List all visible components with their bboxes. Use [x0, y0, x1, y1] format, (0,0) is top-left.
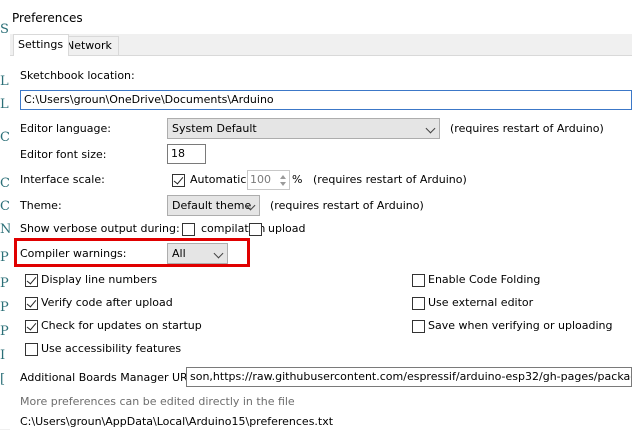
editor-font-size-label: Editor font size:	[20, 148, 107, 161]
background-char: P	[0, 324, 9, 339]
checkmark-icon	[26, 320, 37, 331]
theme-label: Theme:	[20, 199, 62, 212]
sketchbook-location-input[interactable]: C:\Users\groun\OneDrive\Documents\Arduin…	[20, 90, 632, 110]
theme-note: (requires restart of Arduino)	[270, 199, 424, 212]
spinner-down-icon[interactable]	[280, 182, 286, 186]
editor-language-value: System Default	[172, 122, 257, 135]
background-char: C	[0, 176, 10, 191]
settings-panel: Sketchbook location: C:\Users\groun\OneD…	[10, 55, 632, 430]
verify-after-upload-label: Verify code after upload	[41, 296, 173, 309]
background-editor-edge: S L L C C C N P P P P I [	[0, 0, 10, 429]
sketchbook-location-label: Sketchbook location:	[20, 69, 135, 82]
background-char: [	[0, 372, 6, 387]
interface-scale-unit: %	[292, 173, 303, 186]
editor-language-select[interactable]: System Default	[167, 118, 440, 139]
save-on-verify-checkbox[interactable]	[412, 320, 425, 333]
background-char: L	[0, 97, 9, 112]
external-editor-checkbox[interactable]	[412, 297, 425, 310]
background-char: S	[0, 22, 9, 37]
tab-network[interactable]: Network	[61, 36, 119, 56]
more-preferences-note: More preferences can be edited directly …	[20, 395, 295, 408]
checkmark-icon	[173, 174, 184, 185]
checkmark-icon	[26, 297, 37, 308]
title-bar[interactable]: Preferences	[10, 0, 632, 34]
window-title: Preferences	[12, 11, 83, 25]
background-char: P	[0, 276, 9, 291]
accessibility-label: Use accessibility features	[41, 342, 182, 355]
theme-select[interactable]: Default theme	[167, 195, 260, 216]
check-updates-checkbox[interactable]	[25, 320, 38, 333]
interface-scale-note: (requires restart of Arduino)	[313, 173, 467, 186]
verify-after-upload-checkbox[interactable]	[25, 297, 38, 310]
highlight-box	[14, 238, 250, 267]
verbose-upload-label: upload	[268, 222, 306, 235]
background-char: P	[0, 250, 9, 265]
verbose-compilation-checkbox[interactable]	[182, 223, 195, 236]
tab-settings-label: Settings	[18, 38, 64, 51]
editor-font-size-input[interactable]: 18	[167, 144, 206, 164]
tab-settings[interactable]: Settings	[13, 34, 69, 56]
save-on-verify-label: Save when verifying or uploading	[428, 319, 613, 332]
background-char: C	[0, 199, 10, 214]
boards-manager-urls-input[interactable]: son,https://raw.githubusercontent.com/es…	[186, 367, 632, 387]
background-char: I	[0, 348, 6, 363]
display-line-numbers-label: Display line numbers	[41, 273, 158, 286]
accessibility-checkbox[interactable]	[25, 343, 38, 356]
interface-scale-spinner[interactable]: 100	[247, 170, 290, 190]
spinner-up-icon[interactable]	[280, 175, 286, 179]
display-line-numbers-checkbox[interactable]	[25, 274, 38, 287]
code-folding-checkbox[interactable]	[412, 274, 425, 287]
checkmark-icon	[26, 274, 37, 285]
interface-scale-automatic-label: Automatic	[190, 173, 247, 186]
editor-language-note: (requires restart of Arduino)	[450, 122, 604, 135]
theme-value: Default theme	[172, 199, 252, 212]
interface-scale-label: Interface scale:	[20, 173, 105, 186]
check-updates-label: Check for updates on startup	[41, 319, 202, 332]
interface-scale-automatic-checkbox[interactable]	[172, 174, 185, 187]
interface-scale-value: 100	[250, 173, 271, 186]
tab-strip: Settings Network	[10, 34, 632, 56]
background-char: N	[0, 222, 10, 237]
code-folding-label: Enable Code Folding	[428, 273, 541, 286]
verbose-upload-checkbox[interactable]	[249, 223, 262, 236]
chevron-down-icon	[425, 123, 436, 134]
editor-language-label: Editor language:	[20, 122, 111, 135]
tab-network-label: Network	[66, 39, 112, 52]
background-char: P	[0, 300, 9, 315]
preferences-file-path[interactable]: C:\Users\groun\AppData\Local\Arduino15\p…	[20, 415, 333, 428]
boards-manager-urls-label: Additional Boards Manager URLs:	[20, 371, 204, 384]
external-editor-label: Use external editor	[428, 296, 534, 309]
background-char: L	[0, 74, 9, 89]
background-char: C	[0, 130, 10, 145]
verbose-output-label: Show verbose output during:	[20, 222, 180, 235]
